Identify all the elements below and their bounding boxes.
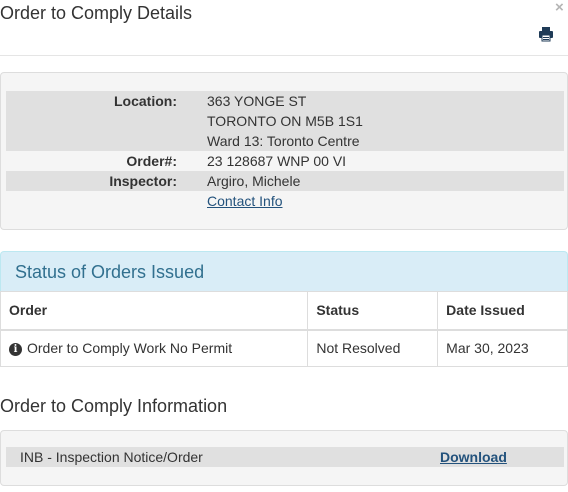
- print-icon[interactable]: [538, 26, 554, 42]
- information-title: Order to Comply Information: [0, 396, 228, 416]
- location-row: Location: 363 YONGE ST: [6, 91, 564, 111]
- inspector-value: Argiro, Michele: [207, 173, 301, 189]
- order-number-row: Order#: 23 128687 WNP 00 VI: [6, 151, 564, 171]
- header-divider: [0, 55, 568, 56]
- details-panel: Location: 363 YONGE ST TORONTO ON M5B 1S…: [0, 72, 568, 230]
- table-header-row: Order Status Date Issued: [0, 291, 568, 331]
- location-line-1: 363 YONGE ST: [207, 93, 307, 109]
- close-button[interactable]: ×: [555, 0, 564, 16]
- page-title: Order to Comply Details: [0, 3, 193, 23]
- information-panel: INB - Inspection Notice/Order Download: [0, 430, 568, 486]
- column-header-date: Date Issued: [437, 291, 568, 331]
- location-row-2: TORONTO ON M5B 1S1: [6, 111, 564, 131]
- order-number-value: 23 128687 WNP 00 VI: [207, 153, 347, 169]
- location-label: Location:: [114, 93, 177, 109]
- column-header-status: Status: [307, 291, 439, 331]
- date-cell: Mar 30, 2023: [437, 329, 568, 367]
- inspector-row: Inspector: Argiro, Michele: [6, 171, 564, 191]
- order-name: Order to Comply Work No Permit: [27, 340, 233, 357]
- order-cell: i Order to Comply Work No Permit: [0, 329, 309, 367]
- contact-info-link[interactable]: Contact Info: [207, 193, 283, 209]
- document-name: INB - Inspection Notice/Order: [20, 449, 203, 465]
- table-row: i Order to Comply Work No Permit Not Reso…: [0, 329, 568, 367]
- column-header-order: Order: [0, 291, 309, 331]
- status-section-heading: Status of Orders Issued: [0, 251, 568, 291]
- location-line-2: TORONTO ON M5B 1S1: [207, 113, 363, 129]
- status-cell: Not Resolved: [307, 329, 439, 367]
- status-heading-text: Status of Orders Issued: [15, 262, 205, 282]
- inspector-label: Inspector:: [109, 173, 177, 189]
- document-row: INB - Inspection Notice/Order Download: [6, 447, 564, 467]
- contact-row: Contact Info: [6, 191, 564, 211]
- download-link[interactable]: Download: [440, 447, 507, 467]
- order-number-label: Order#:: [126, 153, 177, 169]
- info-icon[interactable]: i: [9, 343, 22, 357]
- location-line-3: Ward 13: Toronto Centre: [207, 133, 360, 149]
- location-row-3: Ward 13: Toronto Centre: [6, 131, 564, 151]
- orders-table: Order Status Date Issued i Order to Compl…: [0, 291, 568, 367]
